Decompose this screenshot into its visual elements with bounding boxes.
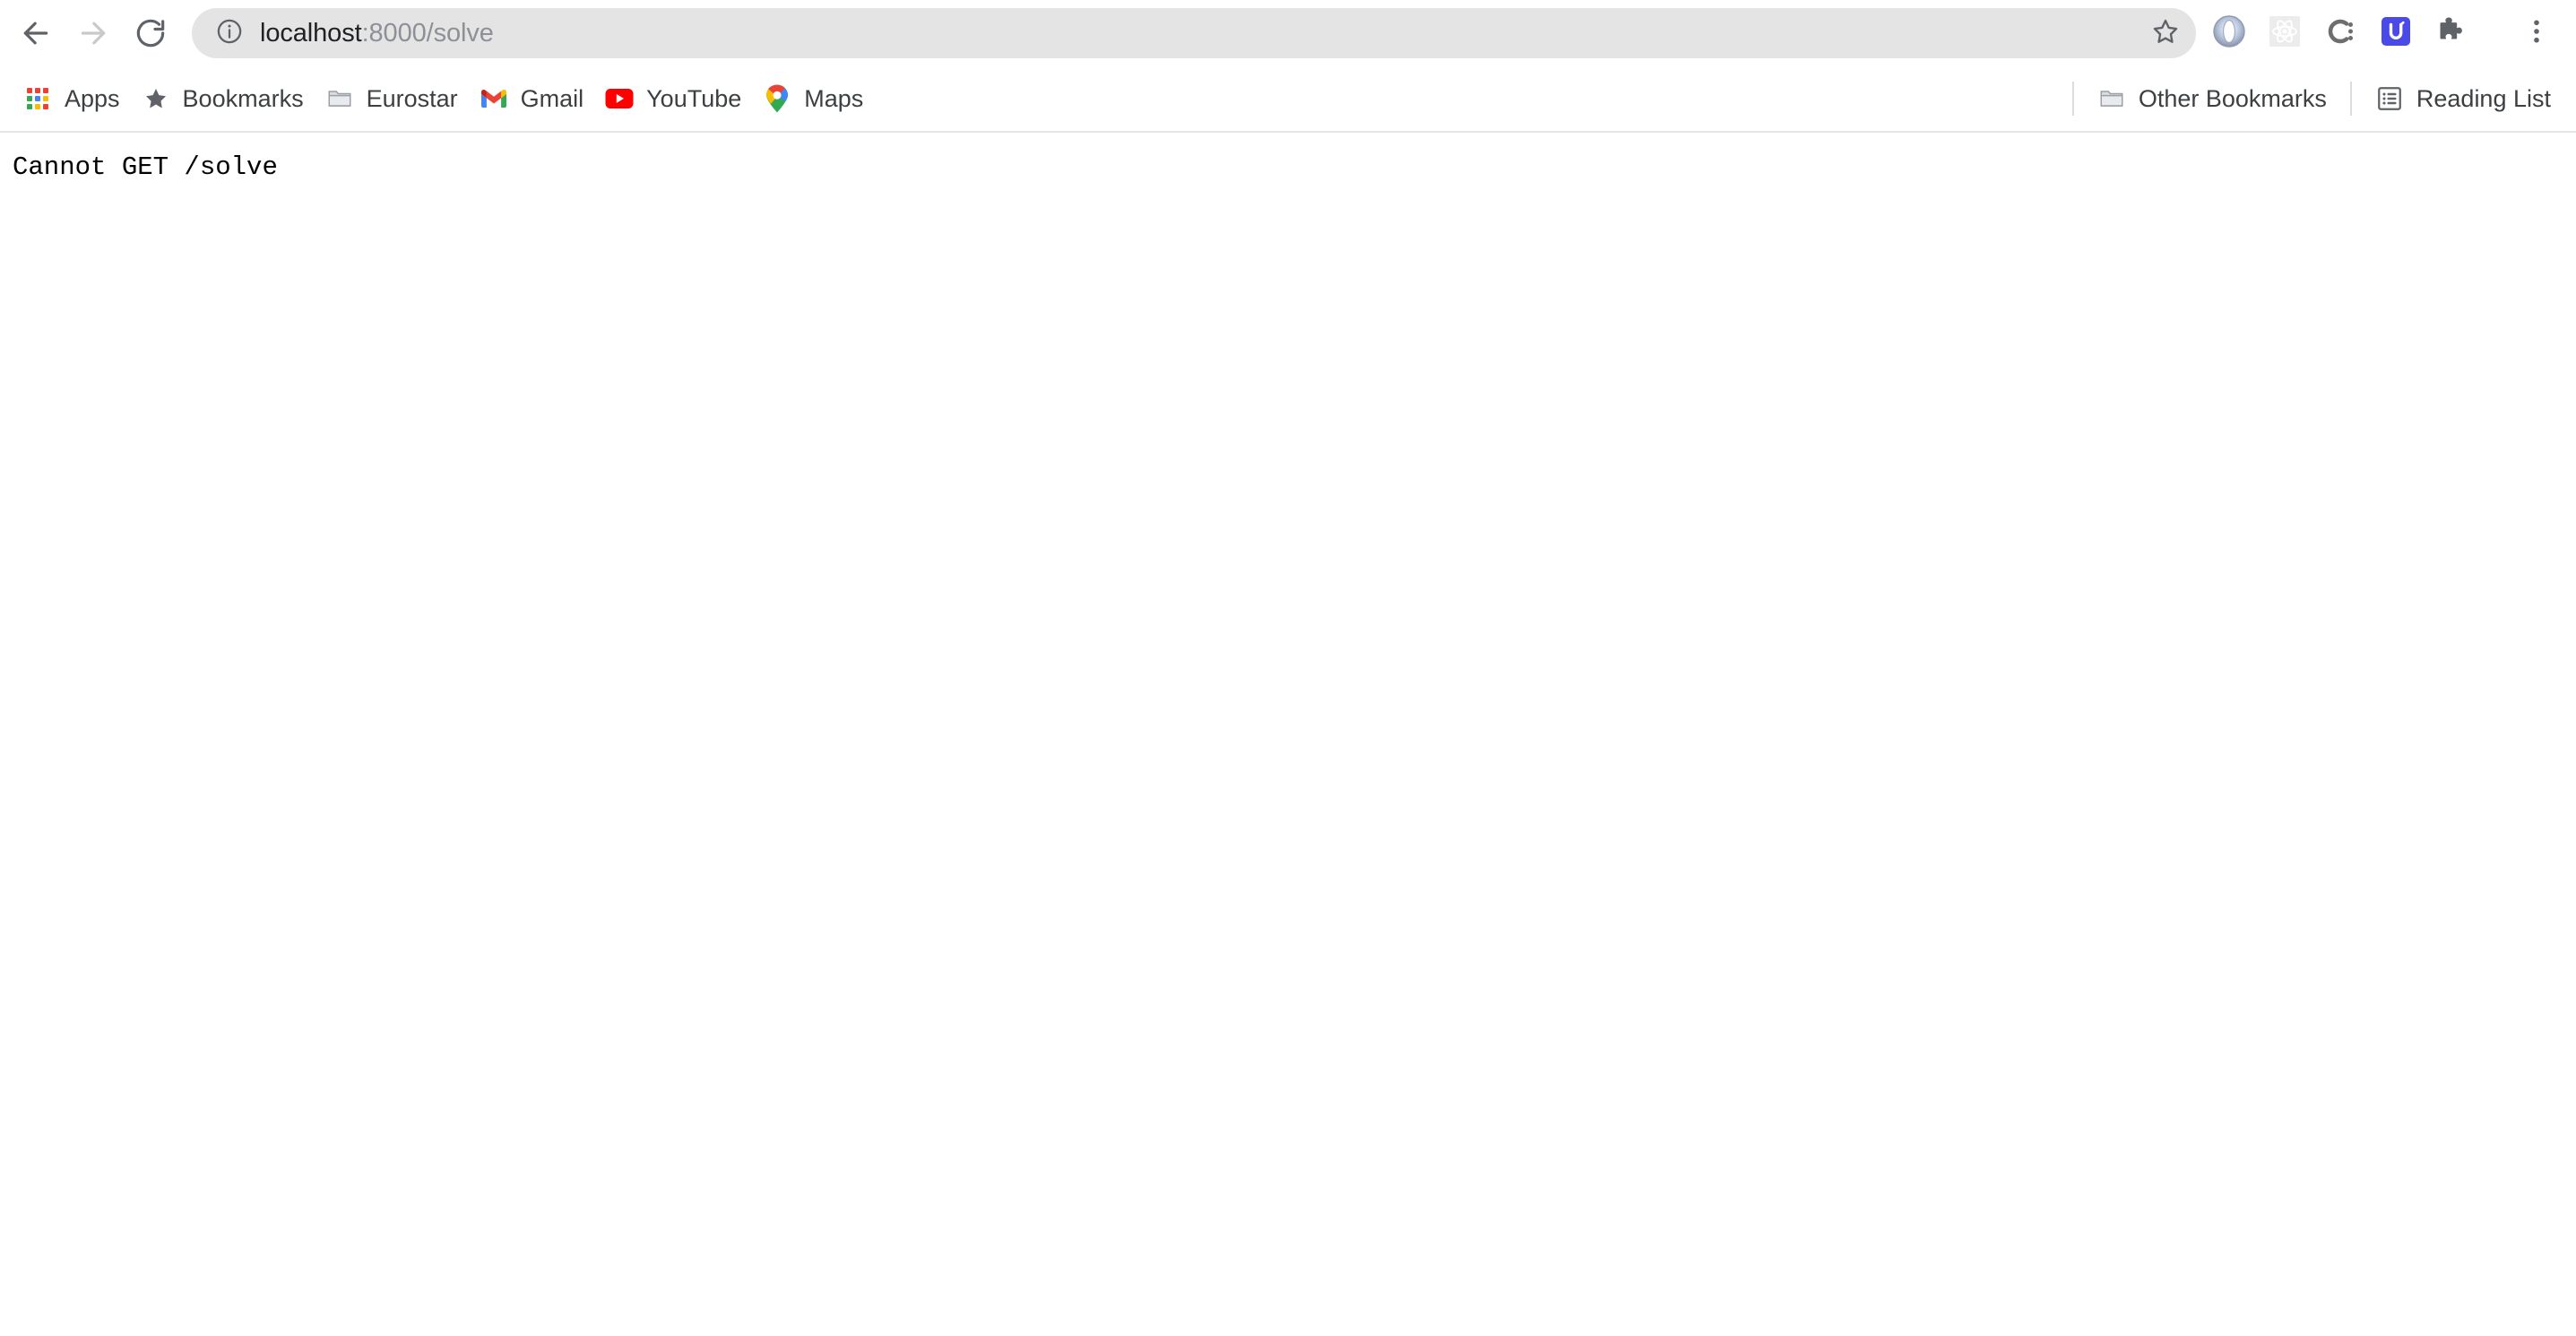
bookmark-label: Maps: [804, 84, 864, 112]
browser-chrome: localhost:8000/solve Apps Bookmarks Euro…: [0, 0, 2576, 133]
bookmark-label: Apps: [65, 84, 120, 112]
c-dots-icon: [2322, 13, 2358, 54]
bookmarks-divider-left: [2071, 82, 2074, 116]
blue-square-hook-icon: [2378, 13, 2414, 54]
bookmark-item-youtube[interactable]: YouTube: [594, 75, 752, 122]
youtube-icon: [605, 84, 634, 113]
page-viewport: Cannot GET /solve: [0, 133, 2576, 1336]
bookmarks-divider-right: [2349, 82, 2352, 116]
address-bar[interactable]: localhost:8000/solve: [192, 8, 2196, 58]
bookmarks-bar: Apps Bookmarks Eurostar Gmail YouTube Ma…: [0, 66, 2576, 133]
back-button[interactable]: [7, 4, 65, 62]
browser-toolbar: localhost:8000/solve: [0, 0, 2576, 66]
bookmark-item-other-bookmarks[interactable]: Other Bookmarks: [2087, 75, 2338, 122]
extension-vortex-button[interactable]: [2201, 5, 2257, 61]
bookmark-label: Gmail: [520, 84, 584, 112]
page-error-message: Cannot GET /solve: [13, 152, 278, 182]
forward-button[interactable]: [65, 4, 122, 62]
bookmark-item-eurostar[interactable]: Eurostar: [315, 75, 469, 122]
google-maps-pin-icon: [763, 84, 791, 113]
extensions-strip: [2201, 4, 2563, 62]
site-info-button[interactable]: [212, 15, 247, 51]
extension-c-dots-button[interactable]: [2312, 5, 2368, 61]
bookmark-item-gmail[interactable]: Gmail: [469, 75, 595, 122]
bookmark-label: Eurostar: [366, 84, 458, 112]
reload-button[interactable]: [122, 4, 179, 62]
info-circle-icon: [215, 17, 244, 50]
bookmark-label: Bookmarks: [182, 84, 304, 112]
reading-list-icon: [2375, 84, 2404, 113]
bookmark-item-maps[interactable]: Maps: [752, 75, 874, 122]
bookmark-star-button[interactable]: [2140, 8, 2191, 58]
star-filled-icon: [142, 84, 170, 113]
bookmark-label: Other Bookmarks: [2138, 84, 2327, 112]
vortex-circle-icon: [2211, 13, 2247, 54]
react-atom-icon: [2267, 13, 2303, 54]
extensions-puzzle-button[interactable]: [2424, 5, 2479, 61]
bookmark-label: Reading List: [2416, 84, 2551, 112]
star-outline-icon: [2150, 16, 2181, 51]
apps-grid-icon: [23, 84, 52, 113]
bookmark-label: YouTube: [646, 84, 742, 112]
arrow-left-icon: [18, 15, 54, 51]
gmail-icon: [480, 84, 508, 113]
bookmark-item-apps[interactable]: Apps: [13, 75, 131, 122]
url-input[interactable]: localhost:8000/solve: [260, 21, 2140, 47]
extension-react-devtools-button[interactable]: [2257, 5, 2312, 61]
url-path: :8000/solve: [361, 20, 494, 47]
url-host: localhost: [260, 20, 362, 47]
folder-icon: [2097, 84, 2126, 113]
extension-blue-hook-button[interactable]: [2368, 5, 2424, 61]
puzzle-piece-icon: [2434, 14, 2468, 53]
folder-icon: [325, 84, 354, 113]
reload-icon: [133, 15, 169, 51]
chrome-menu-button[interactable]: [2510, 5, 2563, 61]
bookmark-item-reading-list[interactable]: Reading List: [2364, 75, 2562, 122]
arrow-right-icon: [75, 15, 111, 51]
bookmark-item-bookmarks[interactable]: Bookmarks: [131, 75, 315, 122]
three-dots-vertical-icon: [2523, 16, 2550, 51]
